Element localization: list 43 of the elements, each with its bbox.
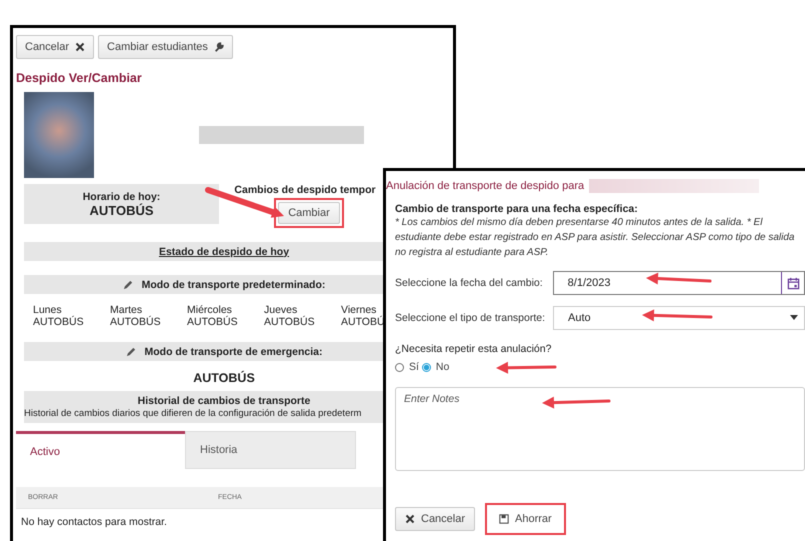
transport-dropdown[interactable]: Auto [553, 306, 805, 330]
day-name: Viernes [341, 304, 376, 316]
section-title: Historial de cambios de transporte [138, 395, 310, 407]
day-name: Miércoles [187, 304, 232, 316]
radio-option[interactable]: Sí [395, 361, 419, 373]
emergency-mode-value: AUTOBÚS [193, 371, 255, 385]
dialog-title: Anulación de transporte de despido para [386, 180, 584, 192]
save-icon [499, 514, 510, 524]
field-label: Seleccione la fecha del cambio: [395, 277, 543, 289]
day-mode: AUTOBÚS [264, 316, 316, 328]
day-mode: AUTOBÚS [187, 316, 239, 328]
close-icon [75, 42, 86, 52]
section-title: Modo de transporte predeterminado: [142, 278, 326, 290]
status-link[interactable]: Estado de despido de hoy [158, 246, 290, 258]
section-subtitle: Historial de cambios diarios que difieren de la configuración de salida predeterm [24, 408, 362, 419]
section-title: Modo de transporte de emergencia: [144, 346, 322, 358]
close-icon [405, 514, 415, 524]
calendar-icon[interactable] [786, 276, 800, 290]
pencil-icon[interactable] [126, 346, 137, 357]
day-mode: AUTOBÚS [33, 316, 85, 328]
page-title: Despido Ver/Cambiar [16, 71, 143, 85]
day-name: Jueves [264, 304, 298, 316]
dialog-button[interactable]: Cancelar [395, 507, 476, 531]
date-field[interactable]: 8/1/2023 [552, 271, 805, 295]
day-mode: AUTOBÚS [110, 316, 162, 328]
field-label: Seleccione el tipo de transporte: [395, 312, 546, 324]
radio-option[interactable]: No [422, 361, 450, 373]
dialog-note: * Los cambios del mismo día deben presentarse 40 minutos antes de la salida. * El estudiante debe estar registrado en ASP para asistir. Seleccionar ASP como tipo de salida no registra al estudiante para ASP. [395, 216, 795, 260]
pencil-icon[interactable] [122, 279, 134, 290]
notes-field[interactable]: Enter Notes [395, 387, 805, 471]
caret-icon [790, 315, 798, 321]
section-label: Cambios de despido tempor [234, 184, 376, 196]
day-name: Lunes [33, 304, 62, 316]
schedule-label: Horario de hoy: [82, 190, 160, 202]
tab[interactable]: Historia [185, 431, 356, 469]
change-button[interactable]: Cambiar [278, 202, 340, 224]
schedule-value: AUTOBÚS [89, 202, 154, 218]
toolbar-button[interactable]: Cambiar estudiantes [98, 35, 233, 59]
question-label: ¿Necesita repetir esta anulación? [395, 343, 552, 355]
day-name: Martes [110, 304, 142, 316]
toolbar-button[interactable]: Cancelar [16, 35, 94, 59]
wrench-icon [214, 42, 224, 52]
dialog-heading: Cambio de transporte para una fecha específica: [395, 203, 639, 215]
